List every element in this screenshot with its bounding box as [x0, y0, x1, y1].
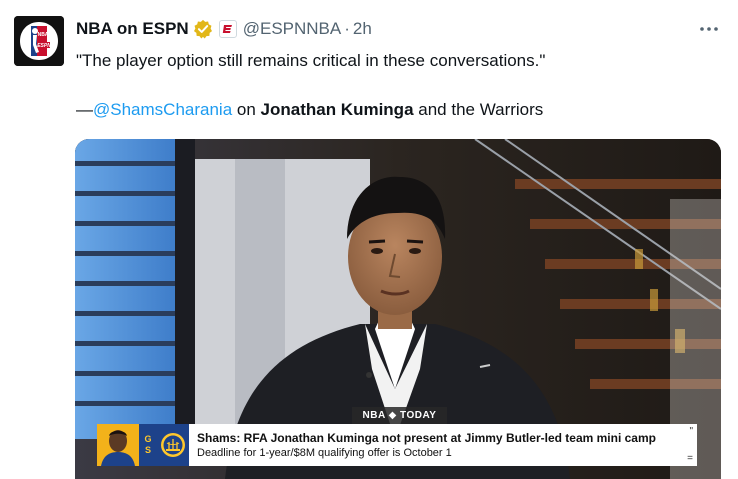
subject-name: Jonathan Kuminga	[260, 100, 414, 119]
svg-text:ESPN: ESPN	[37, 43, 51, 49]
ticker-subline: Deadline for 1-year/$8M qualifying offer…	[197, 446, 452, 459]
avatar[interactable]: NBA ESPN	[14, 16, 64, 66]
svg-text:NBA: NBA	[38, 32, 49, 38]
player-headshot	[97, 424, 139, 466]
espn-affiliate-icon[interactable]	[218, 20, 237, 38]
ticker-text: Shams: RFA Jonathan Kuminga not present …	[189, 424, 697, 466]
warriors-logo-icon	[157, 424, 189, 466]
attribution-on: on	[232, 100, 261, 119]
tweet-header: NBA on ESPN @ESPNNBA · 2h	[76, 16, 372, 42]
lower-third-ticker: G S Shams: RFA Jonathan Kuminga not pres…	[97, 424, 697, 466]
ticker-edge-top: "	[689, 426, 693, 437]
nba-today-bug: NBA ◆ TODAY	[352, 407, 447, 424]
tweet-attribution: —@ShamsCharania on Jonathan Kuminga and …	[76, 99, 543, 121]
tweet-quote-text: "The player option still remains critica…	[76, 51, 546, 70]
tweet-media-video[interactable]: NBA ◆ TODAY G S Shams: RFA Jonathan Kumi…	[75, 139, 721, 479]
team-abbreviation: G S	[139, 424, 157, 466]
verified-badge-icon[interactable]	[193, 19, 213, 39]
attribution-suffix: and the Warriors	[413, 100, 544, 119]
team-abbr-bottom: S	[144, 445, 151, 455]
separator-dot: ·	[344, 19, 350, 38]
team-abbr-top: G	[144, 434, 152, 444]
timestamp[interactable]: 2h	[353, 19, 372, 39]
ticker-edge-bottom: =	[687, 453, 693, 464]
tweet-card[interactable]: NBA ESPN NBA on ESPN @ESPNNBA · 2h "The …	[0, 0, 738, 479]
ticker-headline: Shams: RFA Jonathan Kuminga not present …	[197, 430, 656, 445]
more-options-icon[interactable]	[698, 18, 720, 40]
mention-link[interactable]: @ShamsCharania	[93, 100, 232, 119]
display-name[interactable]: NBA on ESPN	[76, 19, 189, 39]
nba-espn-logo-icon: NBA ESPN	[14, 16, 64, 66]
attribution-dash: —	[76, 100, 93, 119]
handle[interactable]: @ESPNNBA	[243, 19, 342, 39]
